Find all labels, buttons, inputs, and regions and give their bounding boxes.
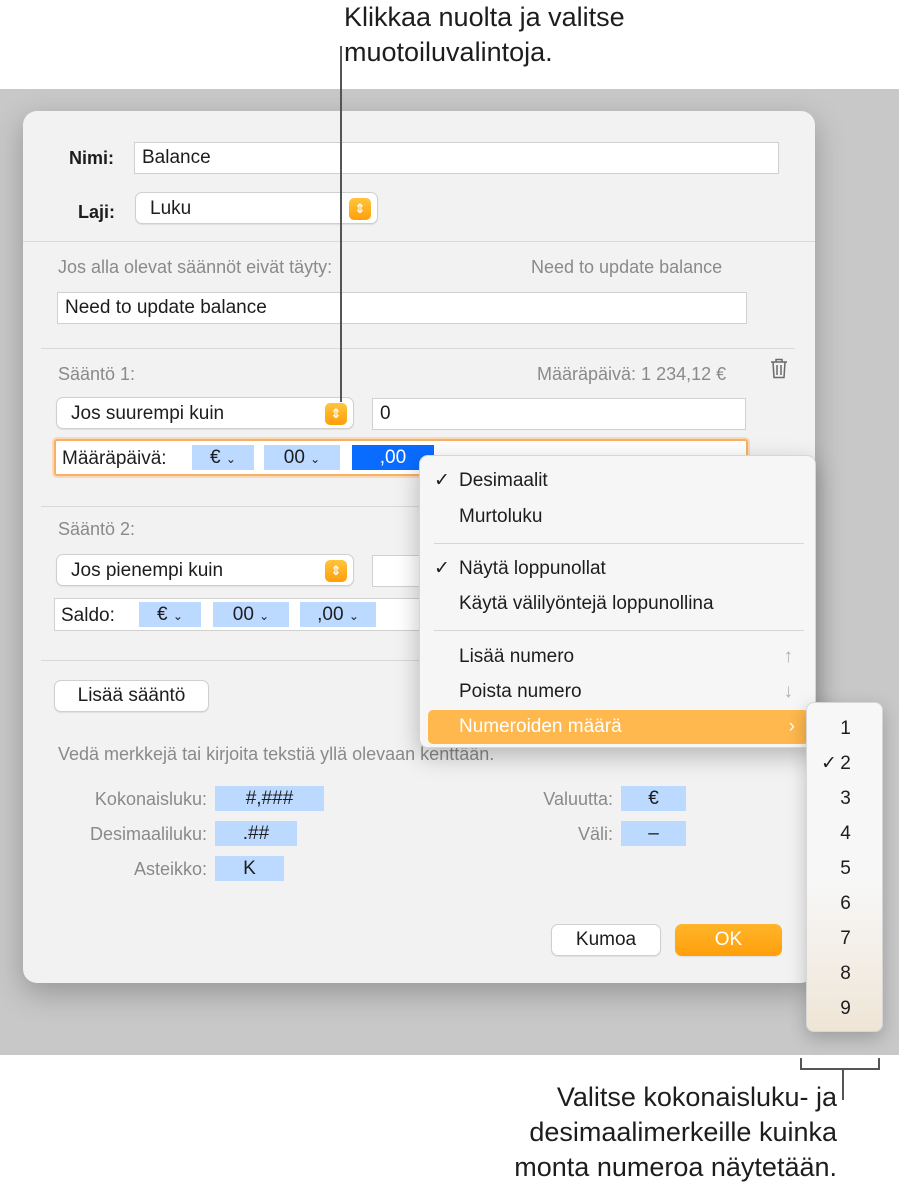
checkmark-icon: ✓ <box>434 558 450 579</box>
rule1-value-field[interactable]: 0 <box>372 398 746 430</box>
currency-token[interactable]: € ⌄ <box>139 602 201 627</box>
divider <box>41 348 795 349</box>
submenu-item-8[interactable]: 8 <box>807 956 884 991</box>
decimal-palette-label: Desimaaliluku: <box>89 824 207 844</box>
decimal-token[interactable]: ,00 ⌄ <box>300 602 376 627</box>
menu-item-fraction[interactable]: Murtoluku <box>420 500 817 534</box>
chevron-down-icon: ⌄ <box>225 452 236 466</box>
chevron-up-down-icon: ⇕ <box>325 403 347 425</box>
divider <box>23 241 815 242</box>
ok-button[interactable]: OK <box>675 924 782 956</box>
rule1-title: Sääntö 1: <box>58 364 136 384</box>
fallback-label: Jos alla olevat säännöt eivät täyty: <box>58 257 333 277</box>
rule1-condition-value: Jos suurempi kuin <box>71 403 225 424</box>
rule2-format-field[interactable]: Saldo: € ⌄ 00 ⌄ ,00 ⌄ <box>54 598 444 631</box>
chevron-down-icon: ⌄ <box>259 609 270 623</box>
integer-palette-token[interactable]: #,### <box>215 786 324 811</box>
integer-token[interactable]: 00 ⌄ <box>213 602 289 627</box>
submenu-item-4[interactable]: 4 <box>807 816 884 851</box>
rule2-title: Sääntö 2: <box>58 519 136 539</box>
callout-bottom: Valitse kokonaisluku- ja desimaalimerkei… <box>514 1082 837 1182</box>
rule1-preview: Määräpäivä: 1 234,12 € <box>537 364 727 384</box>
currency-palette-token[interactable]: € <box>621 786 686 811</box>
cancel-button[interactable]: Kumoa <box>551 924 661 956</box>
decimal-palette-token[interactable]: .## <box>215 821 297 846</box>
menu-item-decimals[interactable]: ✓ Desimaalit <box>420 464 817 498</box>
menu-item-add-digit[interactable]: Lisää numero ↑ <box>420 640 817 674</box>
chevron-up-down-icon: ⇕ <box>349 198 371 220</box>
checkmark-icon: ✓ <box>821 753 837 774</box>
scale-palette-label: Asteikko: <box>133 859 207 879</box>
menu-item-spaces-as-trailing-zeros[interactable]: Käytä välilyöntejä loppunollina <box>420 587 817 621</box>
rule1-format-label: Määräpäivä: <box>62 448 167 469</box>
integer-palette-label: Kokonaisluku: <box>94 789 207 809</box>
menu-item-show-trailing-zeros[interactable]: ✓ Näytä loppunollat <box>420 552 817 586</box>
space-palette-token[interactable]: – <box>621 821 686 846</box>
space-palette-label: Väli: <box>577 824 613 844</box>
arrow-down-icon: ↓ <box>783 681 794 702</box>
checkmark-icon: ✓ <box>434 470 450 491</box>
chevron-down-icon: ⌄ <box>172 609 183 623</box>
add-rule-button[interactable]: Lisää sääntö <box>54 680 209 712</box>
arrow-up-icon: ↑ <box>783 646 794 667</box>
submenu-item-6[interactable]: 6 <box>807 886 884 921</box>
decimal-format-menu: ✓ Desimaalit Murtoluku ✓ Näytä loppunoll… <box>419 455 816 748</box>
submenu-item-5[interactable]: 5 <box>807 851 884 886</box>
rule1-condition-popup[interactable]: Jos suurempi kuin ⇕ <box>56 397 354 429</box>
submenu-item-7[interactable]: 7 <box>807 921 884 956</box>
chevron-up-down-icon: ⇕ <box>325 560 347 582</box>
scale-palette-token[interactable]: K <box>215 856 284 881</box>
fallback-preview: Need to update balance <box>531 257 723 277</box>
menu-separator <box>434 630 804 631</box>
name-field[interactable]: Balance <box>134 142 779 174</box>
integer-token[interactable]: 00 ⌄ <box>264 445 340 470</box>
trash-icon[interactable] <box>769 357 789 379</box>
callout-top: Klikkaa nuolta ja valitse muotoiluvalint… <box>344 2 625 67</box>
name-label: Nimi: <box>69 148 114 168</box>
callout-bracket <box>800 1058 880 1070</box>
type-popup-value: Luku <box>150 198 192 219</box>
currency-token[interactable]: € ⌄ <box>192 445 254 470</box>
currency-palette-label: Valuutta: <box>543 789 613 809</box>
menu-item-digit-count[interactable]: Numeroiden määrä › <box>428 710 809 744</box>
chevron-down-icon: ⌄ <box>310 452 321 466</box>
type-label: Laji: <box>78 202 116 222</box>
digit-count-submenu: 1 ✓ 2 3 4 5 6 7 8 9 <box>806 702 883 1032</box>
chevron-down-icon: ⌄ <box>348 609 359 623</box>
submenu-item-2[interactable]: ✓ 2 <box>807 746 884 781</box>
callout-bracket-stem <box>842 1070 844 1100</box>
divider <box>41 506 441 507</box>
fallback-field[interactable]: Need to update balance <box>57 292 747 324</box>
divider <box>41 660 441 661</box>
chevron-right-icon: › <box>788 716 795 737</box>
submenu-item-3[interactable]: 3 <box>807 781 884 816</box>
menu-separator <box>434 543 804 544</box>
rule2-format-label: Saldo: <box>61 605 115 626</box>
rule2-condition-popup[interactable]: Jos pienempi kuin ⇕ <box>56 554 354 586</box>
menu-item-remove-digit[interactable]: Poista numero ↓ <box>420 675 817 709</box>
submenu-item-1[interactable]: 1 <box>807 711 884 746</box>
rule2-condition-value: Jos pienempi kuin <box>71 560 224 581</box>
submenu-item-9[interactable]: 9 <box>807 991 884 1026</box>
callout-pointer-line <box>340 46 342 402</box>
